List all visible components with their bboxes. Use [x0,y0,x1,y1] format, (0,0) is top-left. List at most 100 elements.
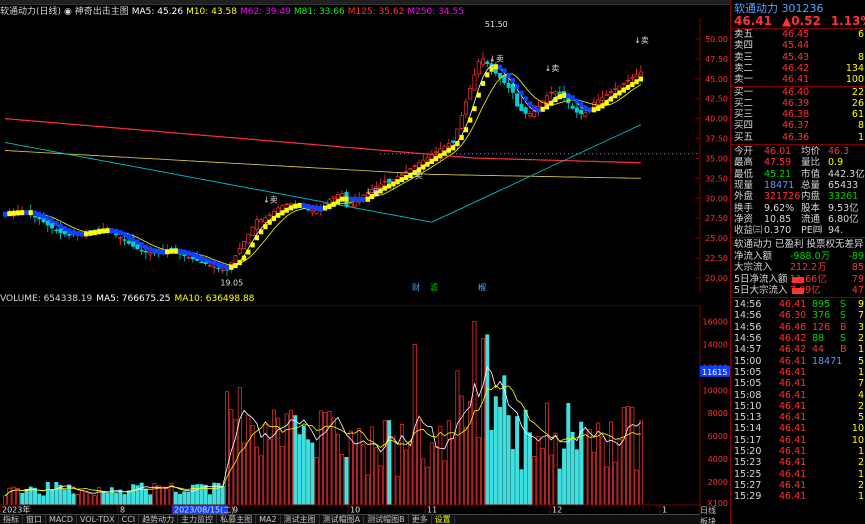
bid-price: 46.40 [782,86,810,98]
volume-bar [250,425,255,506]
indicator-info-line: 软通动力(日线) ◉ 神奇出击主图 MA5: 45.26 M10: 43.58 M62:… [0,6,467,18]
period-button-1[interactable]: 板块 [700,516,730,524]
trend-segment [515,84,520,90]
volume-chart[interactable]: 160001400012000100008000600040002000X100… [0,305,730,514]
tab-8[interactable]: MA2 [256,515,281,524]
chart-annotation: ↓卖 [634,36,649,45]
volume-bar [105,493,110,506]
tab-11[interactable]: 测试帽图B [364,515,409,524]
tab-9[interactable]: 测试主图 [281,515,320,524]
tick-row: 15:14 46.41 10 [734,423,865,435]
volume-bar [71,493,76,506]
stat-value: 442.3亿 [828,168,865,180]
tab-4[interactable]: CCI [119,515,140,524]
trend-segment [54,220,59,226]
volume-bar [75,493,80,506]
bid-volume: 1 [857,131,864,143]
trend-segment [357,196,362,202]
bid-price: 46.36 [782,131,810,143]
trend-segment [579,102,584,108]
stat-value: 321726 [764,191,801,203]
trend-segment [246,249,251,255]
tab-7[interactable]: 私募主图 [217,515,257,524]
trend-segment [617,90,622,96]
tick-time: 15:14 [734,423,762,435]
stat-row: 换手 9.62% 股本 9.53亿 [734,203,865,215]
event-marker[interactable]: 榴 [478,282,486,292]
tab-12[interactable]: 更多 [409,515,432,524]
tick-volume: 88 [812,333,825,344]
tab-2[interactable]: MACD [46,515,77,524]
stat-value: 46.3 [828,146,850,157]
trend-segment [540,106,545,112]
volume-bar [289,409,293,506]
candle [630,77,635,79]
price-tick-label: 47.50 [705,55,728,64]
trend-segment [276,212,281,218]
stat-label: 最高 [734,157,754,169]
volume-bar [131,484,136,506]
trend-segment [480,80,486,86]
volume-bar [361,443,366,506]
tick-price: 46.41 [779,366,807,378]
volume-bar [395,475,400,506]
trend-segment [212,260,217,266]
price-tick-label: 42.50 [705,95,728,104]
tick-row: 15:27 46.41 2 [734,480,865,492]
stat-value: 65433 [828,179,859,191]
tab-3[interactable]: VOL-TDX [77,515,119,524]
period-button-0[interactable]: 日线 [700,505,730,516]
volume-bar [24,489,29,506]
trend-segment [237,260,242,266]
tab-5[interactable]: 趋势动力 [139,515,179,524]
candle [284,203,289,206]
tab-13[interactable]: 设置 [432,515,455,524]
info-item: M10: 43.58 [186,7,237,17]
trend-segment [557,94,562,100]
tab-10[interactable]: 测试帽图A [320,515,365,524]
tick-count: 2 [857,457,864,469]
volume-bar [382,420,387,506]
candle [246,233,251,244]
tick-count: 7 [857,378,864,390]
volume-bar [20,493,25,506]
tick-row: 15:10 46.41 2 [734,401,865,413]
trend-segment [301,203,306,209]
tab-6[interactable]: 主力监控 [178,515,218,524]
trend-segment [139,242,144,248]
bid-row: 买四 46.37 8 [734,120,865,132]
stat-label: 市值 [801,168,821,180]
ask-price: 46.42 [782,62,810,74]
trend-segment [20,210,25,216]
trend-segment [28,210,33,216]
volume-bar [58,484,63,506]
bid-row: 买五 46.36 1 [734,132,865,144]
trend-segment [186,250,191,256]
top-menu-bar [0,0,730,5]
event-marker[interactable]: 滤 [430,282,438,292]
volume-bar [609,421,613,506]
candle [468,87,473,100]
price-change: ▲0.52 [781,14,821,28]
candle [583,112,588,117]
candle [207,264,212,267]
tick-time: 14:56 [734,333,762,344]
trend-segment [446,147,451,153]
volume-bar [314,457,319,506]
tick-volume: 44 [812,344,825,356]
trend-segment [109,228,114,234]
volume-bar [574,449,579,506]
price-tick-label: 25.00 [705,234,728,243]
trend-segment [41,213,46,219]
ask-volume: 134 [845,62,864,74]
tick-row: 15:23 46.41 2 [734,457,865,469]
candle [549,92,554,94]
trend-segment [37,211,42,217]
tab-1[interactable]: 窗口 [23,515,46,524]
tick-price: 46.41 [779,378,807,390]
volume-bar [340,454,345,506]
event-marker[interactable]: 财 [412,282,420,292]
tab-0[interactable]: 指标 [0,515,23,524]
trend-segment [583,105,588,111]
candlestick-chart[interactable]: 50.00 47.50 45.00 42.50 40.00 37.50 35.00 32.50… [0,18,730,293]
